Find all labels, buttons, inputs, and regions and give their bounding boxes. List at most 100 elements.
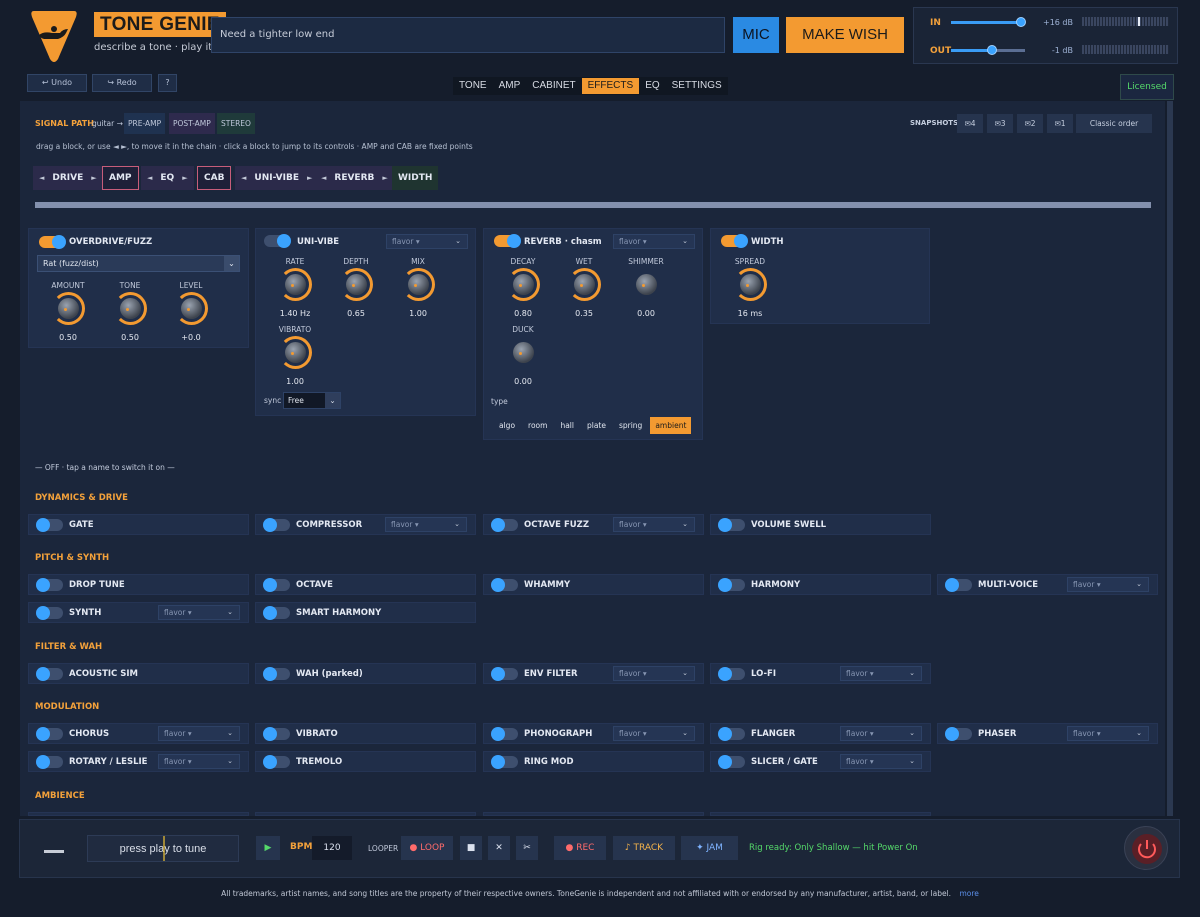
reverb-type-room[interactable]: room (523, 417, 552, 434)
univibe-flavor-select[interactable]: flavor ▾ ⌄ (386, 234, 468, 249)
effect-drop-tune[interactable]: DROP TUNE (28, 574, 249, 595)
effect-name[interactable]: ACOUSTIC SIM (69, 669, 138, 679)
tuner-display[interactable]: press play to tune (87, 835, 239, 862)
width-toggle[interactable] (721, 234, 748, 248)
effect-name[interactable]: FLANGER (751, 729, 795, 739)
effect-slicer-gate[interactable]: SLICER / GATE flavor ▾ ⌄ (710, 751, 931, 772)
effect-toggle[interactable] (36, 727, 63, 741)
effect-name[interactable]: MULTI-VOICE (978, 580, 1038, 590)
effect-smart-harmony[interactable]: SMART HARMONY (255, 602, 476, 623)
chain-block-reverb[interactable]: ◄ REVERB ► (315, 166, 394, 190)
reverb-type-spring[interactable]: spring (614, 417, 647, 434)
out-gain-slider[interactable] (951, 45, 1025, 55)
tab-eq[interactable]: EQ (639, 77, 665, 95)
flavor-select[interactable]: flavor ▾ ⌄ (385, 517, 467, 532)
knob-depth[interactable]: DEPTH 0.65 (326, 257, 386, 318)
track-button[interactable]: ♪ TRACK (613, 836, 675, 860)
main-scrollbar[interactable] (1167, 101, 1173, 816)
effect-toggle[interactable] (263, 518, 290, 532)
tab-settings[interactable]: SETTINGS (666, 77, 728, 95)
effect-chorus[interactable]: CHORUS flavor ▾ ⌄ (28, 723, 249, 744)
chain-block-width[interactable]: WIDTH (392, 166, 439, 190)
effect-toggle[interactable] (36, 518, 63, 532)
effect-toggle[interactable] (718, 667, 745, 681)
flavor-select[interactable]: flavor ▾ ⌄ (840, 666, 922, 681)
effect-name[interactable]: OCTAVE (296, 580, 333, 590)
effect-toggle[interactable] (36, 606, 63, 620)
effect-phaser[interactable]: PHASER flavor ▾ ⌄ (937, 723, 1158, 744)
chip-pre-amp[interactable]: PRE-AMP (124, 113, 166, 134)
move-left-icon[interactable]: ◄ (147, 174, 152, 182)
effect-toggle[interactable] (263, 667, 290, 681)
effect-ring-mod[interactable]: RING MOD (483, 751, 704, 772)
effect-name[interactable]: PHASER (978, 729, 1016, 739)
chain-block-eq[interactable]: ◄ EQ ► (141, 166, 194, 190)
rec-button[interactable]: ● REC (554, 836, 606, 860)
effect-lo-fi[interactable]: LO-FI flavor ▾ ⌄ (710, 663, 931, 684)
effect-toggle[interactable] (491, 755, 518, 769)
snapshot-4-button[interactable]: ✉4 (957, 114, 983, 133)
reverb-type-algo[interactable]: algo (494, 417, 520, 434)
effect-toggle[interactable] (718, 755, 745, 769)
effect-toggle[interactable] (36, 578, 63, 592)
knob-amount[interactable]: AMOUNT 0.50 (38, 281, 98, 342)
effect-toggle[interactable] (263, 727, 290, 741)
classic-order-button[interactable]: Classic order (1076, 114, 1152, 133)
reverb-type-hall[interactable]: hall (555, 417, 579, 434)
knob-tone[interactable]: TONE 0.50 (100, 281, 160, 342)
move-right-icon[interactable]: ► (382, 174, 387, 182)
effect-toggle[interactable] (36, 755, 63, 769)
make-wish-button[interactable]: MAKE WISH (786, 17, 904, 53)
effect-harmony[interactable]: HARMONY (710, 574, 931, 595)
reverb-flavor-select[interactable]: flavor ▾ ⌄ (613, 234, 695, 249)
effect-toggle[interactable] (718, 578, 745, 592)
loop-stop-button[interactable]: ■ (460, 836, 482, 860)
effect-rotary-leslie[interactable]: ROTARY / LESLIE flavor ▾ ⌄ (28, 751, 249, 772)
flavor-select[interactable]: flavor ▾ ⌄ (613, 666, 695, 681)
effect-name[interactable]: RING MOD (524, 757, 574, 767)
overdrive-name[interactable]: OVERDRIVE/FUZZ (69, 237, 152, 247)
tab-tone[interactable]: TONE (453, 77, 493, 95)
in-gain-slider[interactable] (951, 17, 1027, 27)
knob-duck[interactable]: DUCK 0.00 (493, 325, 553, 386)
knob-vibrato[interactable]: VIBRATO 1.00 (265, 325, 325, 386)
play-button[interactable]: ▶ (256, 836, 280, 860)
move-right-icon[interactable]: ► (91, 174, 96, 182)
effect-name[interactable]: SLICER / GATE (751, 757, 818, 767)
tab-effects[interactable]: EFFECTS (581, 78, 640, 94)
effect-toggle[interactable] (263, 606, 290, 620)
flavor-select[interactable]: flavor ▾ ⌄ (613, 726, 695, 741)
tab-cabinet[interactable]: CABINET (526, 77, 581, 95)
reverb-type-plate[interactable]: plate (582, 417, 611, 434)
mic-button[interactable]: MIC (733, 17, 779, 53)
sync-select[interactable]: Free ⌄ (283, 392, 341, 409)
effect-toggle[interactable] (263, 578, 290, 592)
flavor-select[interactable]: flavor ▾ ⌄ (158, 726, 240, 741)
move-left-icon[interactable]: ◄ (321, 174, 326, 182)
effect-octave[interactable]: OCTAVE (255, 574, 476, 595)
chip-stereo[interactable]: STEREO (217, 113, 255, 134)
effect-whammy[interactable]: WHAMMY (483, 574, 704, 595)
effect-toggle[interactable] (945, 727, 972, 741)
loop-button[interactable]: ● LOOP (401, 836, 453, 860)
undo-button[interactable]: ↩ Undo (27, 74, 87, 92)
chain-scrubber[interactable] (35, 202, 1151, 208)
move-left-icon[interactable]: ◄ (39, 174, 44, 182)
reverb-type-ambient[interactable]: ambient (650, 417, 692, 434)
chain-block-uni-vibe[interactable]: ◄ UNI-VIBE ► (235, 166, 319, 190)
effect-name[interactable]: SYNTH (69, 608, 101, 618)
effect-name[interactable]: GATE (69, 520, 94, 530)
flavor-select[interactable]: flavor ▾ ⌄ (158, 754, 240, 769)
chain-block-drive[interactable]: ◄ DRIVE ► (33, 166, 103, 190)
knob-decay[interactable]: DECAY 0.80 (493, 257, 553, 318)
flavor-select[interactable]: flavor ▾ ⌄ (158, 605, 240, 620)
effect-acoustic-sim[interactable]: ACOUSTIC SIM (28, 663, 249, 684)
knob-shimmer[interactable]: SHIMMER 0.00 (616, 257, 676, 318)
effect-name[interactable]: WAH (parked) (296, 669, 363, 679)
jam-button[interactable]: ✦ JAM (681, 836, 738, 860)
effect-synth[interactable]: SYNTH flavor ▾ ⌄ (28, 602, 249, 623)
drive-mode-select[interactable]: Rat (fuzz/dist) ⌄ (37, 255, 240, 272)
effect-name[interactable]: LO-FI (751, 669, 776, 679)
effect-toggle[interactable] (491, 518, 518, 532)
effect-name[interactable]: CHORUS (69, 729, 109, 739)
